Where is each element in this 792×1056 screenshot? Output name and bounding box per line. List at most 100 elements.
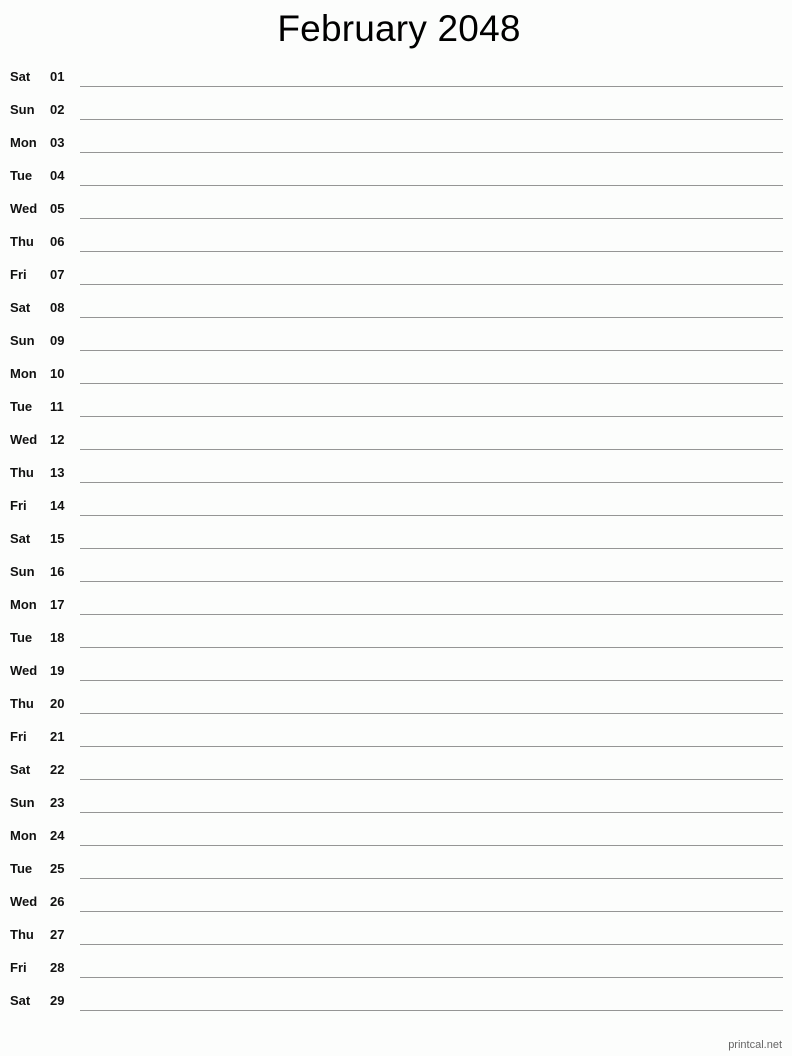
weekday-label: Sun: [10, 564, 35, 579]
writing-line[interactable]: [80, 647, 783, 648]
weekday-label: Tue: [10, 861, 33, 876]
day-number: 18: [50, 630, 65, 645]
weekday-label: Thu: [10, 696, 34, 711]
writing-line[interactable]: [80, 845, 783, 846]
day-row: Sun 09: [0, 325, 792, 358]
day-row: Wed 05: [0, 193, 792, 226]
day-number: 02: [50, 102, 65, 117]
weekday-label: Mon: [10, 366, 37, 381]
writing-line[interactable]: [80, 1010, 783, 1011]
weekday-label: Wed: [10, 432, 38, 447]
day-number: 04: [50, 168, 65, 183]
weekday-label: Fri: [10, 960, 27, 975]
weekday-label: Sat: [10, 531, 31, 546]
writing-line[interactable]: [80, 944, 783, 945]
writing-line[interactable]: [80, 680, 783, 681]
day-row: Sun 02: [0, 94, 792, 127]
writing-line[interactable]: [80, 383, 783, 384]
writing-line[interactable]: [80, 746, 783, 747]
day-row: Sat 15: [0, 523, 792, 556]
writing-line[interactable]: [80, 350, 783, 351]
weekday-label: Sun: [10, 102, 35, 117]
day-row: Tue 25: [0, 853, 792, 886]
writing-line[interactable]: [80, 515, 783, 516]
weekday-label: Fri: [10, 498, 27, 513]
writing-line[interactable]: [80, 713, 783, 714]
day-row: Thu 13: [0, 457, 792, 490]
weekday-label: Sun: [10, 333, 35, 348]
day-row: Tue 04: [0, 160, 792, 193]
weekday-label: Wed: [10, 894, 38, 909]
calendar-title: February 2048: [277, 8, 521, 49]
writing-line[interactable]: [80, 218, 783, 219]
weekday-label: Thu: [10, 927, 34, 942]
writing-line[interactable]: [80, 812, 783, 813]
day-row: Sat 29: [0, 985, 792, 1018]
day-row: Mon 03: [0, 127, 792, 160]
writing-line[interactable]: [80, 119, 783, 120]
weekday-label: Fri: [10, 729, 27, 744]
writing-line[interactable]: [80, 878, 783, 879]
writing-line[interactable]: [80, 317, 783, 318]
day-row: Sat 22: [0, 754, 792, 787]
writing-line[interactable]: [80, 581, 783, 582]
day-row: Tue 11: [0, 391, 792, 424]
day-number: 12: [50, 432, 65, 447]
day-number: 15: [50, 531, 65, 546]
day-row: Wed 26: [0, 886, 792, 919]
day-number: 09: [50, 333, 65, 348]
day-number: 16: [50, 564, 65, 579]
day-number: 23: [50, 795, 65, 810]
day-row: Mon 17: [0, 589, 792, 622]
day-number: 14: [50, 498, 65, 513]
writing-line[interactable]: [80, 185, 783, 186]
day-number: 29: [50, 993, 65, 1008]
writing-line[interactable]: [80, 251, 783, 252]
weekday-label: Fri: [10, 267, 27, 282]
day-number: 13: [50, 465, 65, 480]
weekday-label: Sat: [10, 993, 31, 1008]
weekday-label: Sat: [10, 762, 31, 777]
day-number: 01: [50, 69, 65, 84]
day-number: 28: [50, 960, 65, 975]
writing-line[interactable]: [80, 416, 783, 417]
day-number: 06: [50, 234, 65, 249]
day-row: Fri 28: [0, 952, 792, 985]
writing-line[interactable]: [80, 548, 783, 549]
day-number: 25: [50, 861, 65, 876]
writing-line[interactable]: [80, 284, 783, 285]
day-row: Mon 10: [0, 358, 792, 391]
weekday-label: Tue: [10, 168, 33, 183]
weekday-label: Wed: [10, 201, 38, 216]
day-number: 07: [50, 267, 65, 282]
writing-line[interactable]: [80, 86, 783, 87]
day-row: Sun 16: [0, 556, 792, 589]
day-row: Tue 18: [0, 622, 792, 655]
day-number: 17: [50, 597, 65, 612]
day-row: Fri 07: [0, 259, 792, 292]
day-number: 20: [50, 696, 65, 711]
day-number: 26: [50, 894, 65, 909]
footer-credit: printcal.net: [728, 1039, 782, 1051]
weekday-label: Wed: [10, 663, 38, 678]
writing-line[interactable]: [80, 449, 783, 450]
weekday-label: Thu: [10, 465, 34, 480]
day-number: 22: [50, 762, 65, 777]
day-number: 27: [50, 927, 65, 942]
day-number: 19: [50, 663, 65, 678]
day-number: 08: [50, 300, 65, 315]
writing-line[interactable]: [80, 152, 783, 153]
writing-line[interactable]: [80, 911, 783, 912]
day-number: 05: [50, 201, 65, 216]
weekday-label: Sat: [10, 69, 31, 84]
day-list: Sat 01 Sun 02 Mon 03 Tue 04 Wed 05 Thu 0…: [0, 61, 792, 1018]
writing-line[interactable]: [80, 977, 783, 978]
writing-line[interactable]: [80, 614, 783, 615]
day-row: Sun 23: [0, 787, 792, 820]
writing-line[interactable]: [80, 482, 783, 483]
day-row: Thu 20: [0, 688, 792, 721]
writing-line[interactable]: [80, 779, 783, 780]
day-row: Fri 14: [0, 490, 792, 523]
day-row: Thu 06: [0, 226, 792, 259]
day-number: 24: [50, 828, 65, 843]
